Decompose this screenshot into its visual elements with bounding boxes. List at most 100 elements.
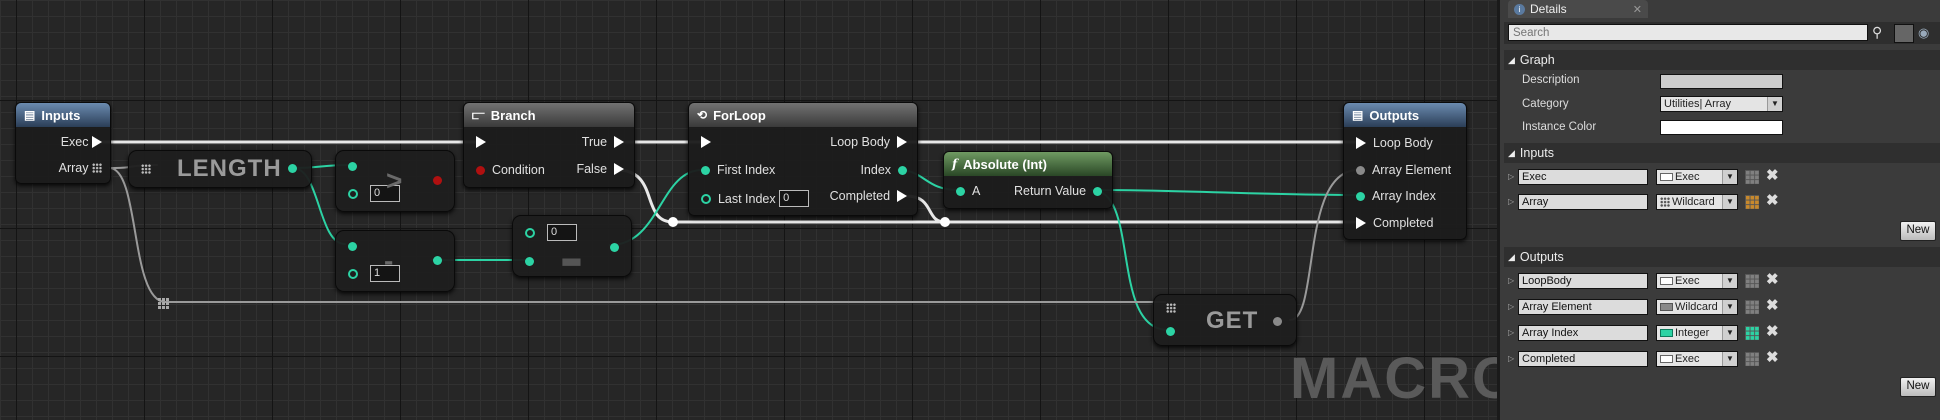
length-node[interactable]: LENGTH [128, 150, 312, 188]
forloop-completed-pin[interactable]: Completed [830, 189, 907, 203]
expand-arrow-icon[interactable]: ▷ [1508, 354, 1514, 363]
blueprint-graph[interactable]: ▤ Inputs Exec Array LENGTH 0 > 1 - ⫍ Branc… [0, 0, 1497, 420]
forloop-loop-body-pin[interactable]: Loop Body [830, 135, 907, 149]
eye-icon[interactable]: ◉ [1918, 25, 1929, 41]
forloop-first-index-pin[interactable]: First Index [701, 163, 775, 177]
get-node[interactable]: GET [1153, 294, 1297, 346]
remove-icon[interactable]: ✖ [1766, 298, 1779, 313]
branch-true-pin[interactable]: True [582, 135, 624, 149]
branch-node[interactable]: ⫍ Branch Condition True False [463, 102, 635, 188]
int-pin-icon [898, 165, 907, 175]
wildcard-output-pin[interactable] [1273, 317, 1282, 326]
view-options-icon[interactable] [1894, 24, 1914, 43]
outputs-array-index-pin[interactable]: Array Index [1356, 189, 1436, 203]
int-input-pin[interactable] [525, 257, 534, 266]
expand-arrow-icon[interactable]: ▷ [1508, 276, 1514, 285]
get-node-label: GET [1206, 307, 1259, 334]
container-type-icon[interactable] [1745, 352, 1759, 366]
absolute-a-pin[interactable]: A [956, 184, 980, 198]
outputs-array-element-pin[interactable]: Array Element [1356, 163, 1451, 177]
array-container-icon[interactable] [1745, 195, 1759, 209]
subtract-node[interactable]: 1 - [335, 230, 455, 292]
outputs-loop-body-pin[interactable]: Loop Body [1356, 136, 1433, 150]
outputs-node-header: ▤ Outputs [1344, 103, 1466, 127]
branch-false-pin[interactable]: False [576, 162, 624, 176]
new-output-button[interactable]: New [1900, 377, 1936, 397]
remove-icon[interactable]: ✖ [1766, 168, 1779, 183]
absolute-return-pin[interactable]: Return Value [1014, 184, 1102, 198]
inputs-exec-pin[interactable]: Exec [61, 135, 102, 149]
inputs-array-pin[interactable]: Array [59, 161, 102, 175]
select-node[interactable]: 0 ▂ [512, 215, 632, 277]
bool-output-pin[interactable] [433, 176, 442, 185]
output-pin-name-field[interactable]: LoopBody [1518, 273, 1648, 289]
exec-pin-icon [92, 136, 102, 148]
outputs-completed-pin[interactable]: Completed [1356, 216, 1433, 230]
forloop-node[interactable]: ⟲ ForLoop First Index Last Index 0 Loop B… [688, 102, 918, 216]
output-pin-type-combo[interactable]: Wildcard ▼ [1656, 299, 1738, 315]
instance-color-swatch[interactable] [1660, 120, 1783, 135]
macro-watermark: MACRO [1290, 346, 1497, 411]
remove-icon[interactable]: ✖ [1766, 324, 1779, 339]
container-type-icon[interactable] [1745, 326, 1759, 340]
graph-section-header[interactable]: ◢ Graph [1504, 50, 1940, 70]
category-value: Utilities| Array [1664, 98, 1732, 110]
remove-icon[interactable]: ✖ [1766, 350, 1779, 365]
exec-pin-icon [897, 136, 907, 148]
search-input[interactable] [1508, 24, 1868, 41]
int-input-pin[interactable] [525, 228, 535, 238]
details-tab[interactable]: i Details ✕ [1508, 0, 1648, 18]
last-index-value-field[interactable]: 0 [779, 190, 810, 207]
new-input-button[interactable]: New [1900, 221, 1936, 241]
expand-arrow-icon[interactable]: ▷ [1508, 328, 1514, 337]
int-output-pin[interactable] [610, 243, 619, 252]
branch-condition-pin[interactable]: Condition [476, 163, 545, 177]
absolute-node[interactable]: f Absolute (Int) A Return Value [943, 151, 1113, 209]
expand-arrow-icon[interactable]: ▷ [1508, 197, 1514, 206]
forloop-exec-in[interactable] [701, 136, 711, 148]
input-pin-name-field[interactable]: Array [1518, 194, 1648, 210]
expand-arrow-icon[interactable]: ▷ [1508, 172, 1514, 181]
output-pin-type-combo[interactable]: Integer ▼ [1656, 325, 1738, 341]
remove-icon[interactable]: ✖ [1766, 272, 1779, 287]
container-type-icon[interactable] [1745, 300, 1759, 314]
output-pin-name-field[interactable]: Array Element [1518, 299, 1648, 315]
remove-icon[interactable]: ✖ [1766, 193, 1779, 208]
int-output-pin[interactable] [288, 164, 297, 173]
exec-pin-icon [614, 136, 624, 148]
select-value-field[interactable]: 0 [547, 224, 577, 241]
inputs-section-header[interactable]: ◢ Inputs [1504, 143, 1940, 163]
length-node-label: LENGTH [177, 155, 282, 182]
input-pin-type-combo[interactable]: Exec ▼ [1656, 169, 1738, 185]
int-input-pin[interactable] [348, 189, 358, 199]
outputs-section-header[interactable]: ◢ Outputs [1504, 247, 1940, 267]
output-pin-type-combo[interactable]: Exec ▼ [1656, 351, 1738, 367]
int-input-pin[interactable] [348, 242, 357, 251]
input-pin-type-combo[interactable]: Wildcard ▼ [1656, 194, 1738, 210]
int-input-pin[interactable] [348, 269, 358, 279]
greater-node[interactable]: 0 > [335, 150, 455, 212]
forloop-index-pin[interactable]: Index [860, 163, 907, 177]
int-input-pin[interactable] [348, 162, 357, 171]
category-combo[interactable]: Utilities| Array ▼ [1660, 96, 1783, 112]
forloop-last-index-pin[interactable]: Last Index 0 [701, 190, 810, 207]
collapse-arrow-icon: ◢ [1508, 147, 1515, 158]
container-type-icon[interactable] [1745, 170, 1759, 184]
container-type-icon[interactable] [1745, 274, 1759, 288]
int-output-pin[interactable] [433, 256, 442, 265]
search-icon[interactable]: ⚲ [1872, 24, 1888, 40]
input-pin-name-field[interactable]: Exec [1518, 169, 1648, 185]
wildcard-array-type-icon [1660, 197, 1670, 207]
outputs-node[interactable]: ▤ Outputs Loop Body Array Element Array I… [1343, 102, 1467, 240]
output-pin-name-field[interactable]: Completed [1518, 351, 1648, 367]
output-pin-name-field[interactable]: Array Index [1518, 325, 1648, 341]
forloop-node-title: ForLoop [713, 107, 766, 123]
branch-exec-in[interactable] [476, 136, 486, 148]
close-icon[interactable]: ✕ [1633, 3, 1642, 16]
int-input-pin[interactable] [1166, 327, 1175, 336]
expand-arrow-icon[interactable]: ▷ [1508, 302, 1514, 311]
description-field[interactable] [1660, 74, 1783, 89]
type-value: Exec [1675, 171, 1700, 183]
inputs-node[interactable]: ▤ Inputs Exec Array [15, 102, 111, 184]
output-pin-type-combo[interactable]: Exec ▼ [1656, 273, 1738, 289]
